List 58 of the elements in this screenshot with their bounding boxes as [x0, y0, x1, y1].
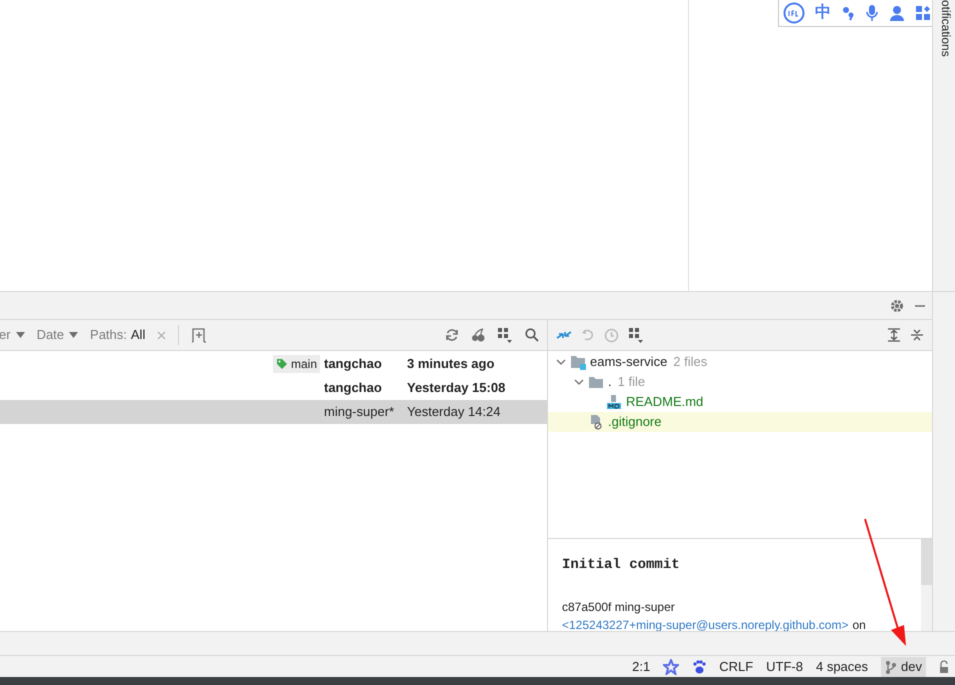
caret-icon [69, 332, 78, 338]
commit-meta-text: on [852, 617, 866, 631]
chevron-icon[interactable] [574, 377, 584, 387]
microphone-icon[interactable] [865, 4, 879, 22]
commit-author: tangchao [324, 379, 383, 398]
expand-all-icon[interactable] [887, 328, 901, 342]
commit-author: tangchao [324, 355, 383, 374]
commit-row[interactable]: ming-super* Yesterday 14:24 [0, 400, 547, 424]
file-count: 2 files [673, 353, 708, 372]
lock-icon[interactable] [939, 660, 949, 674]
commit-date: Yesterday 14:24 [407, 403, 500, 422]
group-by-icon[interactable] [497, 327, 513, 343]
cherry-icon[interactable] [471, 328, 485, 342]
chevron-icon[interactable] [556, 357, 566, 367]
group-by-icon[interactable] [628, 327, 644, 343]
tree-row[interactable]: README.md [548, 392, 932, 412]
tree-row[interactable]: .gitignore [548, 412, 932, 432]
file-name: . [608, 373, 612, 392]
file-name: eams-service [590, 353, 668, 372]
file-name: .gitignore [608, 413, 662, 432]
caret-icon [16, 332, 25, 338]
caret-position[interactable]: 2:1 [632, 656, 650, 676]
markdown-file-icon [606, 394, 622, 410]
line-separator[interactable]: CRLF [719, 656, 754, 676]
notifications-tab[interactable]: otifications [932, 0, 955, 291]
search-icon[interactable] [525, 328, 539, 342]
add-tab-icon[interactable] [191, 327, 208, 343]
branch-icon [885, 660, 898, 674]
folder-icon [588, 374, 604, 390]
git-branch-widget[interactable]: dev [881, 656, 926, 676]
file-count: 1 file [618, 373, 646, 392]
commit-row[interactable]: main tangchao 3 minutes ago [0, 352, 547, 376]
commit-author: ming-super* [324, 403, 396, 422]
ignored-file-icon [588, 414, 604, 430]
filter-dropdown[interactable]: Date [36, 325, 78, 345]
language-toggle[interactable]: 中 [815, 1, 831, 25]
collapse-all-icon[interactable] [910, 328, 924, 342]
commit-date: Yesterday 15:08 [407, 379, 506, 398]
settings-icon[interactable] [890, 298, 904, 312]
branch-tag: main [272, 355, 320, 373]
paw-icon[interactable] [692, 660, 706, 674]
plugin-star-icon[interactable] [663, 658, 680, 674]
paths-filter[interactable]: Paths: All [90, 325, 146, 345]
commit-hash-author: c87a500f ming-super [562, 599, 676, 616]
person-icon[interactable] [889, 5, 905, 21]
refresh-icon[interactable] [445, 328, 459, 342]
commit-message: Initial commit [562, 556, 681, 575]
indent-setting[interactable]: 4 spaces [816, 656, 868, 676]
file-name: README.md [626, 393, 704, 412]
scrollbar[interactable] [921, 539, 932, 631]
module-folder-icon [570, 354, 586, 370]
commit-date: 3 minutes ago [407, 355, 494, 374]
file-encoding[interactable]: UTF-8 [766, 656, 803, 676]
commit-row[interactable]: tangchao Yesterday 15:08 [0, 376, 547, 400]
punctuation-icon[interactable] [841, 5, 855, 21]
grid-icon[interactable] [915, 5, 931, 21]
tag-icon [276, 358, 288, 370]
ifly-logo-icon[interactable] [783, 2, 805, 24]
